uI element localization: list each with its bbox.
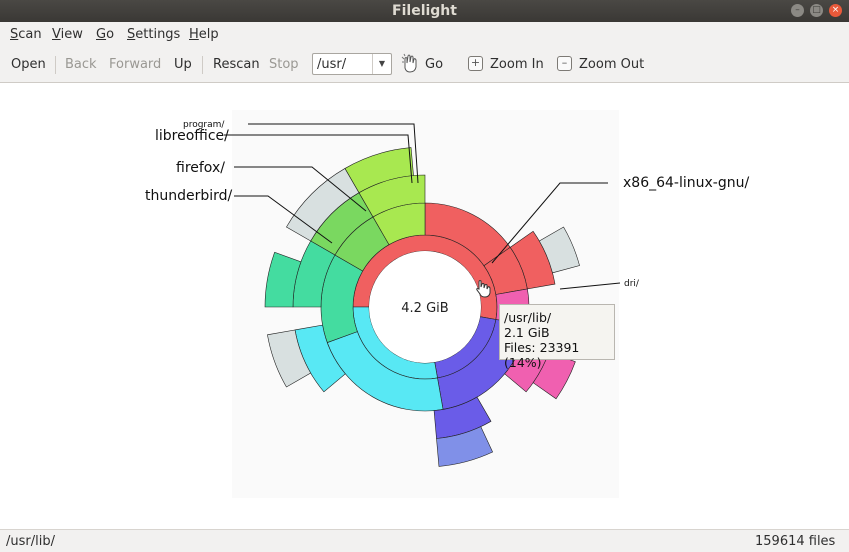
path-combobox[interactable]: /usr/ ▼ — [312, 53, 392, 75]
back-button[interactable]: Back — [65, 57, 97, 72]
status-file-count: 159614 files — [755, 534, 836, 549]
label-x86[interactable]: x86_64-linux-gnu/ — [623, 175, 749, 191]
toolbar: Open Back Forward Up Rescan Stop /usr/ ▼… — [0, 48, 849, 83]
chevron-down-icon[interactable]: ▼ — [372, 54, 391, 74]
menu-settings[interactable]: Settings — [127, 27, 180, 42]
tooltip-size: 2.1 GiB — [504, 325, 550, 340]
menu-bar: Scan View Go Settings Help — [0, 22, 849, 48]
path-value[interactable]: /usr/ — [317, 57, 346, 72]
radial-map[interactable]: program/ libreoffice/ firefox/ thunderbi… — [0, 83, 849, 529]
label-thunderbird[interactable]: thunderbird/ — [145, 188, 233, 204]
zoom-out-icon[interactable]: – — [557, 56, 572, 71]
label-firefox[interactable]: firefox/ — [176, 160, 225, 176]
title-bar: Filelight – □ × — [0, 0, 849, 22]
window-title: Filelight — [392, 3, 457, 19]
tooltip-files: Files: 23391 (14%) — [504, 340, 580, 370]
menu-view[interactable]: View — [52, 27, 83, 42]
zoom-out-button[interactable]: Zoom Out — [579, 57, 644, 72]
up-button[interactable]: Up — [174, 57, 192, 72]
zoom-in-button[interactable]: Zoom In — [490, 57, 544, 72]
toolbar-separator — [55, 56, 56, 74]
close-button[interactable]: × — [829, 4, 842, 17]
stop-button[interactable]: Stop — [269, 57, 299, 72]
maximize-button[interactable]: □ — [810, 4, 823, 17]
minimize-button[interactable]: – — [791, 4, 804, 17]
menu-help[interactable]: Help — [189, 27, 219, 42]
go-icon[interactable] — [400, 53, 420, 75]
segment-tooltip: /usr/lib/ 2.1 GiB Files: 23391 (14%) — [499, 304, 615, 370]
center-size-label[interactable]: 4.2 GiB — [401, 301, 448, 316]
radial-map-canvas[interactable]: program/ libreoffice/ firefox/ thunderbi… — [0, 83, 849, 529]
status-path: /usr/lib/ — [6, 534, 55, 549]
go-button[interactable]: Go — [425, 57, 443, 72]
menu-scan[interactable]: Scan — [10, 27, 42, 42]
open-button[interactable]: Open — [11, 57, 46, 72]
forward-button[interactable]: Forward — [109, 57, 161, 72]
status-bar: /usr/lib/ 159614 files — [0, 529, 849, 552]
rescan-button[interactable]: Rescan — [213, 57, 260, 72]
zoom-in-icon[interactable]: + — [468, 56, 483, 71]
label-dri[interactable]: dri/ — [624, 279, 640, 289]
toolbar-separator — [202, 56, 203, 74]
label-libreoffice[interactable]: libreoffice/ — [155, 128, 229, 144]
tooltip-path: /usr/lib/ — [504, 310, 552, 325]
menu-go[interactable]: Go — [96, 27, 114, 42]
